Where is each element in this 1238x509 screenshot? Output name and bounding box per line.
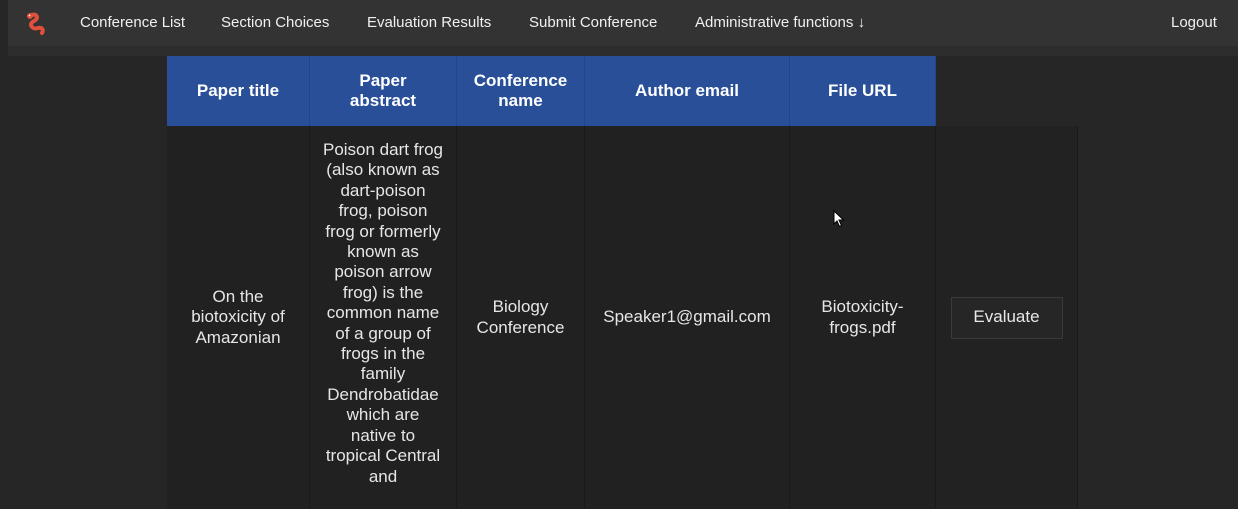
mouse-cursor-icon [833, 210, 845, 228]
header-conference-name: Conference name [457, 56, 585, 126]
header-paper-abstract: Paper abstract [310, 56, 457, 126]
header-author-email: Author email [585, 56, 790, 126]
header-file-url: File URL [790, 56, 936, 126]
cell-action: Evaluate [936, 126, 1078, 509]
nav-logout[interactable]: Logout [1171, 14, 1217, 31]
evaluate-button[interactable]: Evaluate [950, 296, 1063, 339]
cell-file-url[interactable]: Biotoxicity-frogs.pdf [790, 126, 936, 509]
abstract-text: Poison dart frog (also known as dart-poi… [322, 140, 443, 486]
nav-evaluation-results[interactable]: Evaluation Results [367, 14, 491, 31]
nav-submit-conference[interactable]: Submit Conference [529, 14, 657, 31]
nav-section-choices[interactable]: Section Choices [221, 14, 329, 31]
worm-logo-icon[interactable] [22, 10, 50, 38]
nav-conference-list[interactable]: Conference List [80, 14, 185, 31]
nav-administrative-functions[interactable]: Administrative functions ↓ [695, 14, 865, 31]
navbar-divider [8, 46, 1238, 56]
cell-paper-abstract: Poison dart frog (also known as dart-poi… [310, 126, 457, 509]
cell-conference-name: Biology Conference [457, 126, 585, 509]
header-paper-title: Paper title [167, 56, 310, 126]
cell-author-email: Speaker1@gmail.com [585, 126, 790, 509]
top-navbar: Conference List Section Choices Evaluati… [8, 0, 1238, 46]
cell-paper-title: On the biotoxicity of Amazonian [167, 126, 310, 509]
